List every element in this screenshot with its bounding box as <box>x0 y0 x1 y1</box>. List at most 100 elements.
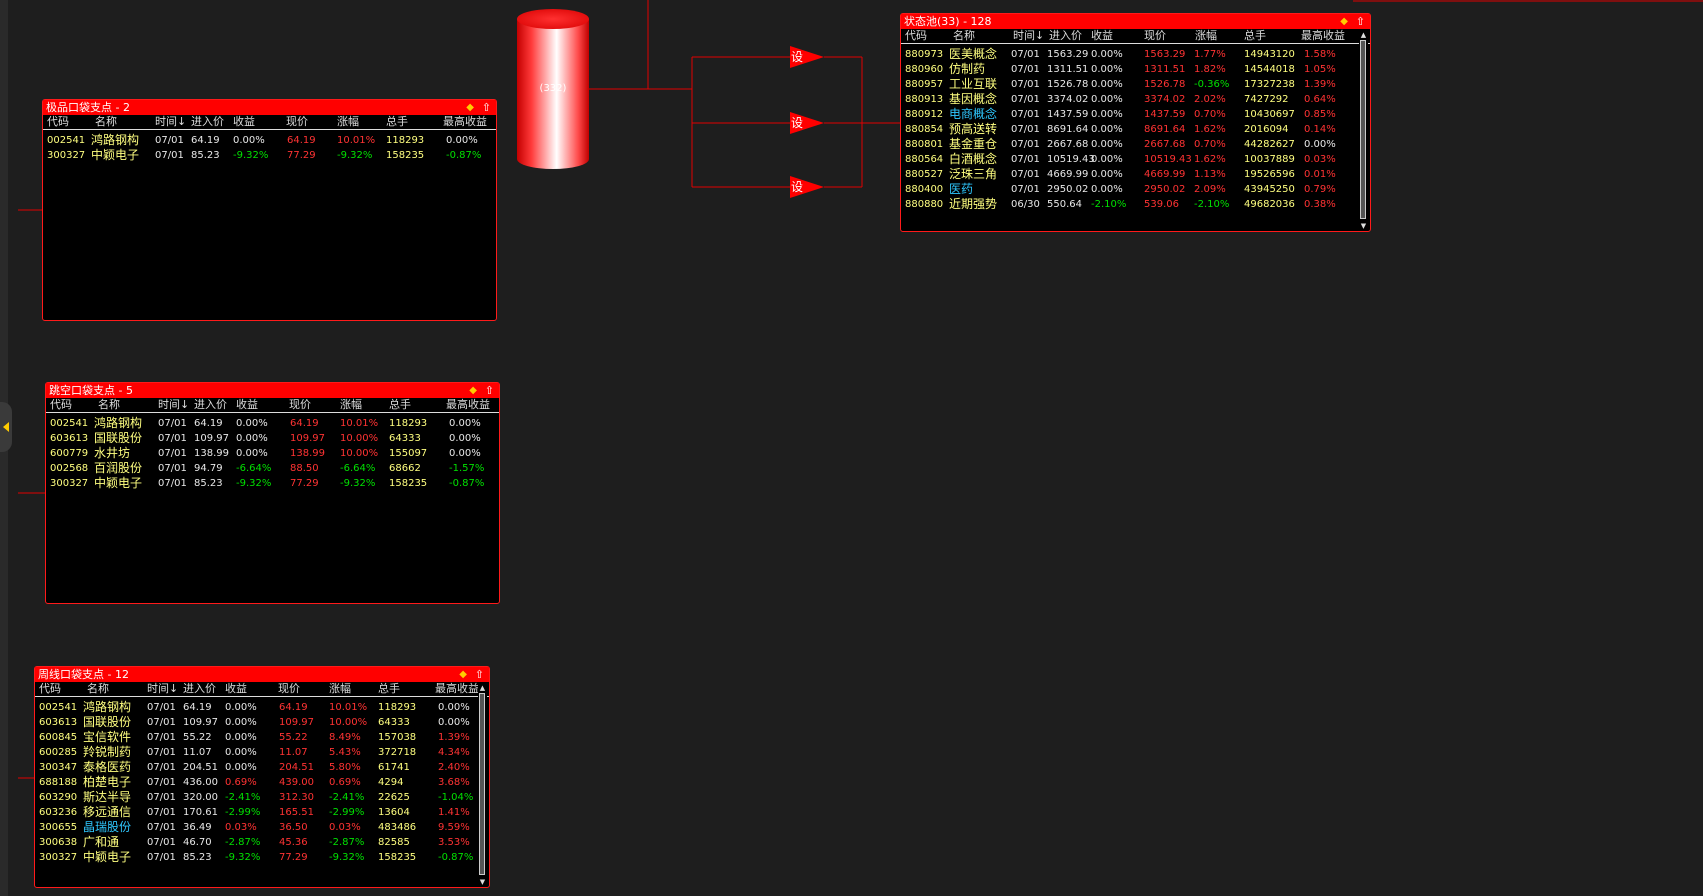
column-header[interactable]: 最高收益 <box>1301 29 1345 43</box>
table-row[interactable]: 880400 医药 07/01 2950.02 0.00% 2950.02 2.09% 439… <box>901 182 1370 197</box>
arrow-up-icon[interactable]: ⇧ <box>1356 14 1365 29</box>
arrow-up-icon[interactable]: ⇧ <box>485 383 494 398</box>
column-header[interactable]: 代码 <box>47 115 69 129</box>
set-node-2[interactable]: 设 <box>790 112 824 134</box>
table-row[interactable]: 880801 基金重仓 07/01 2667.68 0.00% 2667.68 0.70% 4… <box>901 137 1370 152</box>
table-row[interactable]: 603236 移远通信 07/01 170.61 -2.99% 165.51 -2.99% 1… <box>35 805 489 820</box>
table-row[interactable]: 002541 鸿路钢构 07/01 64.19 0.00% 64.19 10.01% 1182… <box>35 700 489 715</box>
column-header[interactable]: 最高收益 <box>446 398 490 412</box>
table-row[interactable]: 880957 工业互联 07/01 1526.78 0.00% 1526.78 -0.36%… <box>901 77 1370 92</box>
table-row[interactable]: 688188 柏楚电子 07/01 436.00 0.69% 439.00 0.69% 429… <box>35 775 489 790</box>
cell-name: 中颖电子 <box>94 476 143 490</box>
column-header[interactable]: 进入价 <box>183 682 216 696</box>
column-header[interactable]: 时间↓ <box>155 115 186 129</box>
cell-vol: 483486 <box>378 822 417 833</box>
table-row[interactable]: 603613 国联股份 07/01 109.97 0.00% 109.97 10.00% 64… <box>46 431 499 446</box>
table-row[interactable]: 600779 水井坊 07/01 138.99 0.00% 138.99 10.00% 155… <box>46 446 499 461</box>
set-node-3[interactable]: 设 <box>790 176 824 198</box>
set-node-1[interactable]: 设 <box>790 46 824 68</box>
table-row[interactable]: 300347 泰格医药 07/01 204.51 0.00% 204.51 5.80% 617… <box>35 760 489 775</box>
table-row[interactable]: 880960 仿制药 07/01 1311.51 0.00% 1311.51 1.82% 14… <box>901 62 1370 77</box>
cell-price: 165.51 <box>279 807 314 818</box>
table-row[interactable]: 880973 医美概念 07/01 1563.29 0.00% 1563.29 1.77% 1… <box>901 47 1370 62</box>
column-header[interactable]: 收益 <box>236 398 258 412</box>
scroll-thumb[interactable] <box>479 693 485 875</box>
scroll-up-icon[interactable]: ▲ <box>478 684 487 692</box>
scroll-up-icon[interactable]: ▲ <box>1359 31 1368 39</box>
panel-title-bar[interactable]: 极品口袋支点 - 2 ◆ ⇧ <box>43 100 496 115</box>
column-header[interactable]: 现价 <box>1144 29 1166 43</box>
table-row[interactable]: 002541 鸿路钢构 07/01 64.19 0.00% 64.19 10.01% 1182… <box>46 416 499 431</box>
column-header[interactable]: 收益 <box>1091 29 1113 43</box>
panel-tiaokong[interactable]: 跳空口袋支点 - 5 ◆ ⇧ 代码 名称 时间↓ 进入价 收益 现价 涨幅 总手 最高收益 002541… <box>45 382 500 604</box>
column-header[interactable]: 时间↓ <box>158 398 189 412</box>
column-header[interactable]: 时间↓ <box>147 682 178 696</box>
table-row[interactable]: 002568 百润股份 07/01 94.79 -6.64% 88.50 -6.64% 686… <box>46 461 499 476</box>
table-row[interactable]: 300638 广和通 07/01 46.70 -2.87% 45.36 -2.87% 8258… <box>35 835 489 850</box>
column-header[interactable]: 总手 <box>386 115 408 129</box>
column-header[interactable]: 进入价 <box>1049 29 1082 43</box>
scroll-thumb[interactable] <box>1360 40 1366 219</box>
diamond-icon[interactable]: ◆ <box>1340 14 1348 29</box>
table-row[interactable]: 880912 电商概念 07/01 1437.59 0.00% 1437.59 0.70% 1… <box>901 107 1370 122</box>
table-row[interactable]: 880880 近期强势 06/30 550.64 -2.10% 539.06 -2.10% 4… <box>901 197 1370 212</box>
column-header[interactable]: 收益 <box>233 115 255 129</box>
cell-max: 3.53% <box>438 837 470 848</box>
column-header[interactable]: 现价 <box>278 682 300 696</box>
table-row[interactable]: 300327 中颖电子 07/01 85.23 -9.32% 77.29 -9.32% 158… <box>46 476 499 491</box>
table-row[interactable]: 880854 预高送转 07/01 8691.64 0.00% 8691.64 1.62% 2… <box>901 122 1370 137</box>
column-header[interactable]: 名称 <box>87 682 109 696</box>
diamond-icon[interactable]: ◆ <box>459 667 467 682</box>
column-header[interactable]: 总手 <box>389 398 411 412</box>
table-row[interactable]: 880564 白酒概念 07/01 10519.43 0.00% 10519.43 1.62… <box>901 152 1370 167</box>
scroll-down-icon[interactable]: ▼ <box>478 878 487 886</box>
column-header[interactable]: 涨幅 <box>329 682 351 696</box>
vertical-scrollbar[interactable]: ▲ ▼ <box>1359 31 1368 230</box>
arrow-up-icon[interactable]: ⇧ <box>482 100 491 115</box>
arrow-up-icon[interactable]: ⇧ <box>475 667 484 682</box>
table-row[interactable]: 603290 斯达半导 07/01 320.00 -2.41% 312.30 -2.41% 2… <box>35 790 489 805</box>
column-header[interactable]: 最高收益 <box>435 682 479 696</box>
column-header[interactable]: 名称 <box>953 29 975 43</box>
data-source-cylinder[interactable]: (332) <box>517 9 589 169</box>
cell-max: 2.40% <box>438 762 470 773</box>
column-header[interactable]: 总手 <box>378 682 400 696</box>
column-header[interactable]: 代码 <box>905 29 927 43</box>
table-row[interactable]: 300327 中颖电子 07/01 85.23 -9.32% 77.29 -9.32% 158… <box>43 148 496 163</box>
panel-zhuangtai[interactable]: 状态池(33) - 128 ◆ ⇧ 代码 名称 时间↓ 进入价 收益 现价 涨幅 总手 最高收益 880… <box>900 13 1371 232</box>
column-header[interactable]: 代码 <box>39 682 61 696</box>
scroll-down-icon[interactable]: ▼ <box>1359 222 1368 230</box>
column-header[interactable]: 名称 <box>98 398 120 412</box>
column-header[interactable]: 现价 <box>289 398 311 412</box>
column-header[interactable]: 进入价 <box>194 398 227 412</box>
table-row[interactable]: 600845 宝信软件 07/01 55.22 0.00% 55.22 8.49% 15703… <box>35 730 489 745</box>
table-row[interactable]: 880527 泛珠三角 07/01 4669.99 0.00% 4669.99 1.13% 1… <box>901 167 1370 182</box>
panel-jipin[interactable]: 极品口袋支点 - 2 ◆ ⇧ 代码 名称 时间↓ 进入价 收益 现价 涨幅 总手 最高收益 002541… <box>42 99 497 321</box>
diamond-icon[interactable]: ◆ <box>469 383 477 398</box>
table-row[interactable]: 002541 鸿路钢构 07/01 64.19 0.00% 64.19 10.01% 1182… <box>43 133 496 148</box>
table-row[interactable]: 600285 羚锐制药 07/01 11.07 0.00% 11.07 5.43% 37271… <box>35 745 489 760</box>
panel-title-bar[interactable]: 周线口袋支点 - 12 ◆ ⇧ <box>35 667 489 682</box>
cell-time: 07/01 <box>1011 169 1040 180</box>
column-header[interactable]: 名称 <box>95 115 117 129</box>
column-header[interactable]: 涨幅 <box>337 115 359 129</box>
table-row[interactable]: 603613 国联股份 07/01 109.97 0.00% 109.97 10.00% 64… <box>35 715 489 730</box>
column-header[interactable]: 时间↓ <box>1013 29 1044 43</box>
table-row[interactable]: 300655 晶瑞股份 07/01 36.49 0.03% 36.50 0.03% 48348… <box>35 820 489 835</box>
column-header[interactable]: 代码 <box>50 398 72 412</box>
column-header[interactable]: 现价 <box>286 115 308 129</box>
column-header[interactable]: 最高收益 <box>443 115 487 129</box>
panel-title-bar[interactable]: 跳空口袋支点 - 5 ◆ ⇧ <box>46 383 499 398</box>
column-header[interactable]: 进入价 <box>191 115 224 129</box>
column-header[interactable]: 涨幅 <box>1195 29 1217 43</box>
table-row[interactable]: 300327 中颖电子 07/01 85.23 -9.32% 77.29 -9.32% 158… <box>35 850 489 865</box>
panel-title-bar[interactable]: 状态池(33) - 128 ◆ ⇧ <box>901 14 1370 29</box>
panel-zhouxian[interactable]: 周线口袋支点 - 12 ◆ ⇧ 代码 名称 时间↓ 进入价 收益 现价 涨幅 总手 最高收益 00254… <box>34 666 490 888</box>
cell-time: 07/01 <box>147 717 176 728</box>
vertical-scrollbar[interactable]: ▲ ▼ <box>478 684 487 886</box>
column-header[interactable]: 收益 <box>225 682 247 696</box>
diamond-icon[interactable]: ◆ <box>466 100 474 115</box>
column-header[interactable]: 总手 <box>1244 29 1266 43</box>
column-header[interactable]: 涨幅 <box>340 398 362 412</box>
table-row[interactable]: 880913 基因概念 07/01 3374.02 0.00% 3374.02 2.02% 7… <box>901 92 1370 107</box>
